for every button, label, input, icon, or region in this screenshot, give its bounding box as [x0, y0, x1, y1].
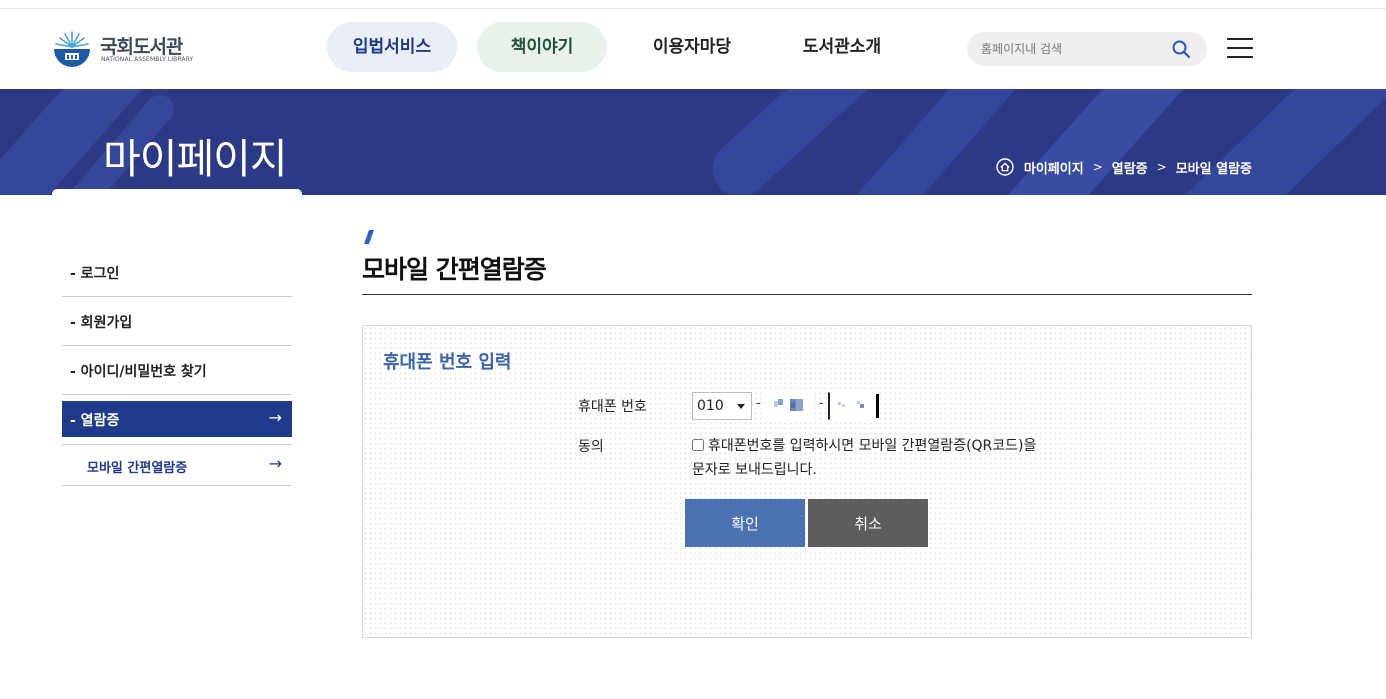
logo-name-korean: 국회도서관 — [100, 36, 183, 58]
sidebar-item-login[interactable]: - 로그인 — [62, 248, 292, 297]
site-logo[interactable]: 국회도서관 NATIONAL ASSEMBLY LIBRARY — [52, 29, 202, 73]
sidebar-tab-cap — [52, 189, 302, 195]
agreement-text: 휴대폰번호를 입력하시면 모바일 간편열람증(QR코드)을 문자로 보내드립니다… — [692, 438, 1037, 478]
sidebar-item-label: - 회원가입 — [70, 315, 133, 331]
sidebar-item-label: - 열람증 — [70, 413, 120, 429]
redacted-digits — [838, 401, 864, 408]
redacted-digits — [774, 399, 803, 411]
agreement-checkbox[interactable] — [692, 439, 704, 451]
banner-title: 마이페이지 — [103, 135, 288, 183]
breadcrumb-library-card[interactable]: 열람증 — [1112, 158, 1148, 177]
title-divider — [362, 294, 1252, 295]
phone-input-form: 휴대폰 번호 입력 휴대폰 번호 010 - - 동의 휴대폰번호를 입력하시면… — [362, 325, 1252, 638]
library-logo-icon — [54, 31, 90, 67]
arrow-right-icon: → — [268, 454, 282, 473]
breadcrumb-mobile-card[interactable]: 모바일 열람증 — [1176, 158, 1252, 177]
home-icon[interactable] — [996, 158, 1014, 176]
phone-prefix-value: 010 — [697, 398, 724, 414]
phone-prefix-select[interactable]: 010 — [692, 392, 752, 420]
form-section-title: 휴대폰 번호 입력 — [383, 352, 512, 373]
nav-user-community[interactable]: 이용자마당 — [627, 22, 757, 72]
sidebar-item-library-card[interactable]: - 열람증 → — [62, 401, 292, 437]
nav-legislative-service[interactable]: 입법서비스 — [327, 22, 457, 72]
site-header: 국회도서관 NATIONAL ASSEMBLY LIBRARY 입법서비스 책이… — [0, 9, 1386, 89]
logo-name-english: NATIONAL ASSEMBLY LIBRARY — [101, 56, 194, 63]
sidebar-item-signup[interactable]: - 회원가입 — [62, 297, 292, 346]
sidebar-item-label: - 아이디/비밀번호 찾기 — [70, 364, 207, 380]
chevron-right-icon: > — [1156, 160, 1167, 174]
search-icon[interactable] — [1171, 39, 1191, 59]
chevron-right-icon: > — [1092, 160, 1103, 174]
text-cursor — [876, 394, 879, 418]
breadcrumb: 마이페이지 > 열람증 > 모바일 열람증 — [996, 157, 1252, 177]
site-search — [967, 32, 1207, 66]
agreement-label: 동의 — [578, 439, 604, 455]
phone-separator: - — [819, 396, 824, 411]
phone-separator: - — [756, 396, 761, 411]
page-banner: 마이페이지 마이페이지 > 열람증 > 모바일 열람증 — [0, 89, 1386, 195]
cancel-button[interactable]: 취소 — [808, 499, 928, 547]
confirm-button[interactable]: 확인 — [685, 499, 805, 547]
agreement-field: 휴대폰번호를 입력하시면 모바일 간편열람증(QR코드)을 문자로 보내드립니다… — [692, 434, 1042, 482]
nav-library-intro[interactable]: 도서관소개 — [777, 22, 907, 72]
chevron-down-icon — [737, 404, 745, 409]
arrow-right-icon: → — [268, 408, 282, 427]
sidebar-subitem-mobile-card[interactable]: 모바일 간편열람증 → — [62, 444, 292, 486]
breadcrumb-mypage[interactable]: 마이페이지 — [1024, 158, 1084, 177]
sidebar: - 로그인 - 회원가입 - 아이디/비밀번호 찾기 - 열람증 → 모바일 간… — [62, 248, 292, 486]
sidebar-item-find-account[interactable]: - 아이디/비밀번호 찾기 — [62, 346, 292, 395]
page-title: 모바일 간편열람증 — [362, 255, 547, 284]
nav-book-stories[interactable]: 책이야기 — [477, 22, 607, 72]
phone-number-label: 휴대폰 번호 — [578, 399, 647, 415]
hamburger-menu-icon[interactable] — [1227, 38, 1253, 58]
search-input[interactable] — [981, 32, 1161, 66]
sidebar-item-label: - 로그인 — [70, 266, 120, 282]
sidebar-subitem-label: 모바일 간편열람증 — [87, 461, 188, 476]
title-accent-mark — [364, 230, 374, 244]
